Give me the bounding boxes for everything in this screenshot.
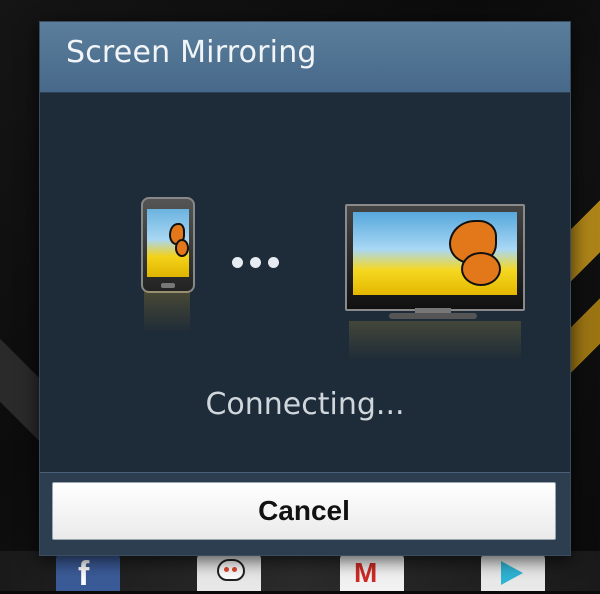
gmail-icon[interactable]: M — [340, 553, 404, 591]
butterfly-icon — [175, 239, 189, 257]
play-store-icon[interactable] — [481, 553, 545, 591]
cancel-button[interactable]: Cancel — [52, 482, 556, 540]
home-button-icon — [161, 283, 175, 288]
phone-icon — [141, 197, 195, 293]
dialog-header: Screen Mirroring — [40, 22, 570, 93]
app-dock: f M — [0, 551, 600, 593]
phone-screen-image — [147, 209, 189, 277]
tv-screen-image — [353, 212, 517, 295]
tv-base — [389, 313, 477, 319]
progress-dot-icon — [232, 257, 243, 268]
dialog-title: Screen Mirroring — [66, 35, 317, 70]
reddit-icon[interactable] — [197, 553, 261, 591]
phone-reflection — [144, 291, 190, 333]
progress-dot-icon — [250, 257, 261, 268]
tv-reflection — [349, 321, 521, 361]
progress-dot-icon — [268, 257, 279, 268]
dialog-footer: Cancel — [40, 472, 570, 555]
wallpaper-pattern-left — [0, 0, 40, 591]
butterfly-icon — [461, 252, 501, 286]
tv-icon — [345, 204, 525, 311]
connection-status: Connecting... — [205, 387, 405, 422]
screen-mirroring-dialog: Screen Mirroring Connecting... Cancel — [39, 21, 571, 556]
facebook-icon[interactable]: f — [56, 553, 120, 593]
